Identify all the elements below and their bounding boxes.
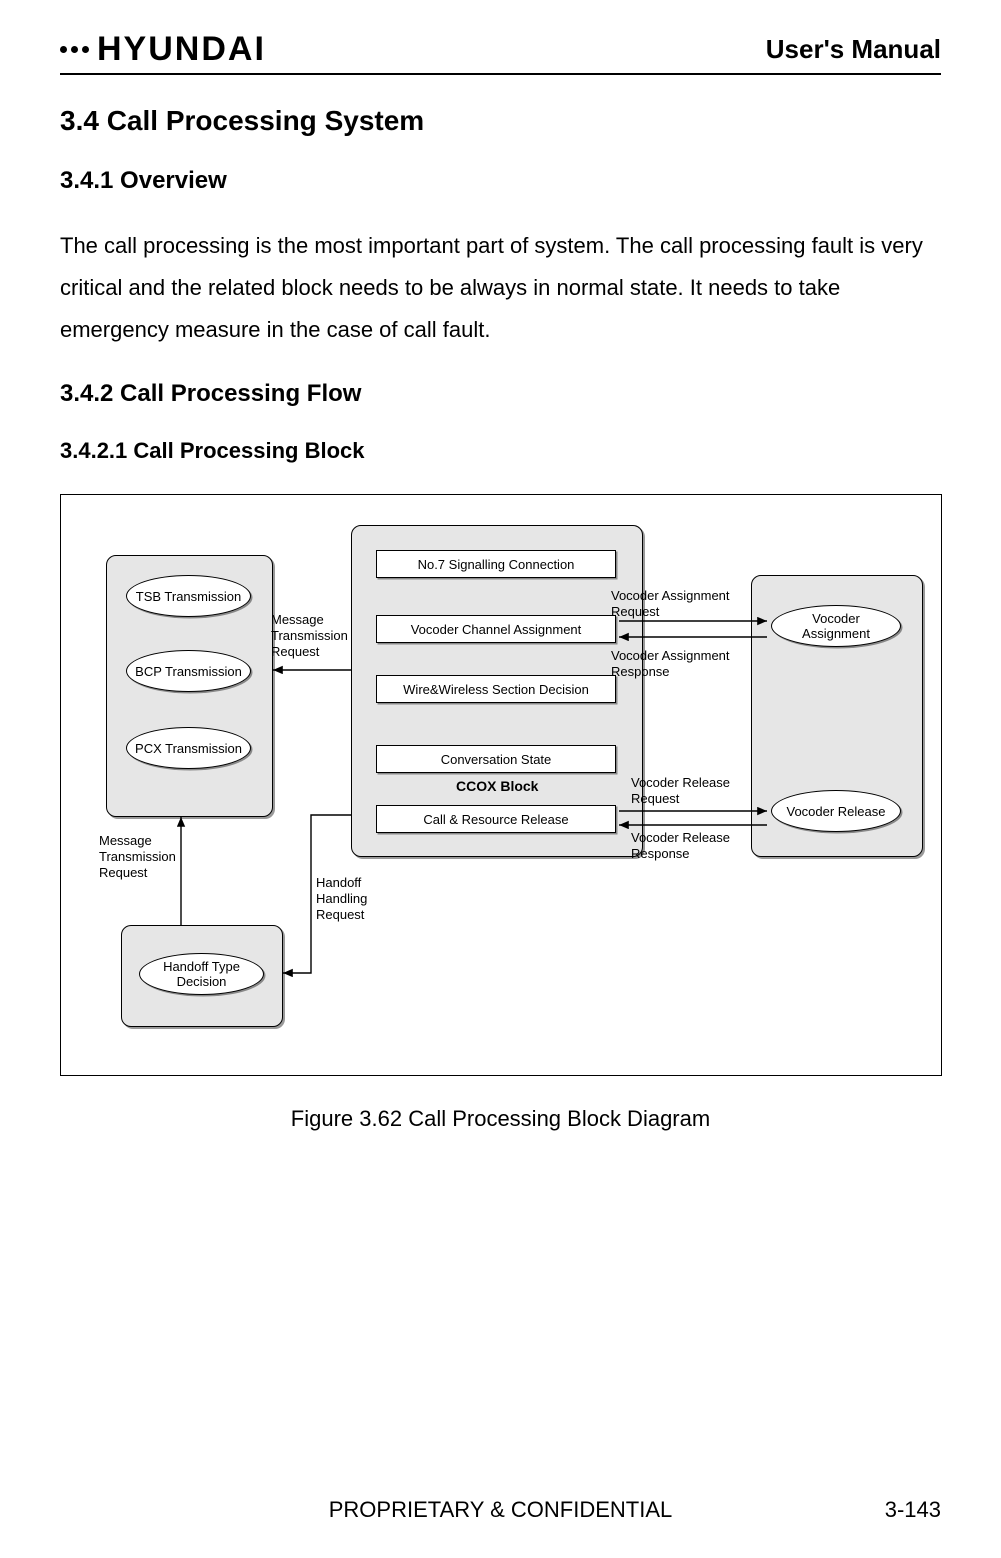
brand-text: HYUNDAI: [97, 30, 266, 69]
wire-wireless-decision-node: Wire&Wireless Section Decision: [376, 675, 616, 703]
brand-logo: HYUNDAI: [60, 30, 266, 69]
call-resource-release-node: Call & Resource Release: [376, 805, 616, 833]
heading-3-4-2: 3.4.2 Call Processing Flow: [60, 380, 941, 408]
handoff-type-decision-label: Handoff Type Decision: [146, 959, 257, 990]
figure-caption: Figure 3.62 Call Processing Block Diagra…: [60, 1106, 941, 1132]
vocoder-release-request-label: Vocoder Release Request: [631, 775, 761, 806]
manual-title: User's Manual: [766, 34, 941, 65]
page-footer: PROPRIETARY & CONFIDENTIAL 3-143: [60, 1497, 941, 1523]
bcp-transmission-label: BCP Transmission: [135, 664, 242, 680]
heading-3-4: 3.4 Call Processing System: [60, 105, 941, 137]
message-transmission-request-left-label: Message Transmission Request: [99, 833, 199, 880]
call-resource-release-label: Call & Resource Release: [423, 812, 568, 827]
wire-wireless-decision-label: Wire&Wireless Section Decision: [403, 682, 589, 697]
pcx-transmission-label: PCX Transmission: [135, 741, 242, 757]
conversation-state-label: Conversation State: [441, 752, 552, 767]
heading-3-4-1: 3.4.1 Overview: [60, 167, 941, 195]
header-rule: [60, 73, 941, 75]
tsb-transmission-label: TSB Transmission: [136, 589, 241, 605]
logo-dots-icon: [60, 46, 89, 53]
no7-signalling-label: No.7 Signalling Connection: [418, 557, 575, 572]
vocoder-channel-assignment-label: Vocoder Channel Assignment: [411, 622, 582, 637]
handoff-handling-request-label: Handoff Handling Request: [316, 875, 396, 922]
vocoder-assignment-label: Vocoder Assignment: [778, 611, 894, 642]
vocoder-release-response-label: Vocoder Release Response: [631, 830, 766, 861]
heading-3-4-2-1: 3.4.2.1 Call Processing Block: [60, 438, 941, 464]
footer-page-number: 3-143: [885, 1497, 941, 1523]
block-diagram: TSB Transmission BCP Transmission PCX Tr…: [60, 494, 942, 1076]
ccox-block-title: CCOX Block: [456, 778, 538, 794]
vocoder-channel-assignment-node: Vocoder Channel Assignment: [376, 615, 616, 643]
vocoder-release-label: Vocoder Release: [786, 804, 885, 820]
page-header: HYUNDAI User's Manual: [60, 30, 941, 69]
vocoder-assignment-node: Vocoder Assignment: [771, 605, 901, 647]
overview-paragraph: The call processing is the most importan…: [60, 225, 941, 350]
conversation-state-node: Conversation State: [376, 745, 616, 773]
handoff-type-decision-node: Handoff Type Decision: [139, 953, 264, 995]
no7-signalling-node: No.7 Signalling Connection: [376, 550, 616, 578]
vocoder-assignment-request-label: Vocoder Assignment Request: [611, 588, 761, 619]
footer-confidential: PROPRIETARY & CONFIDENTIAL: [329, 1497, 673, 1523]
message-transmission-request-top-label: Message Transmission Request: [271, 612, 361, 659]
vocoder-assignment-response-label: Vocoder Assignment Response: [611, 648, 761, 679]
